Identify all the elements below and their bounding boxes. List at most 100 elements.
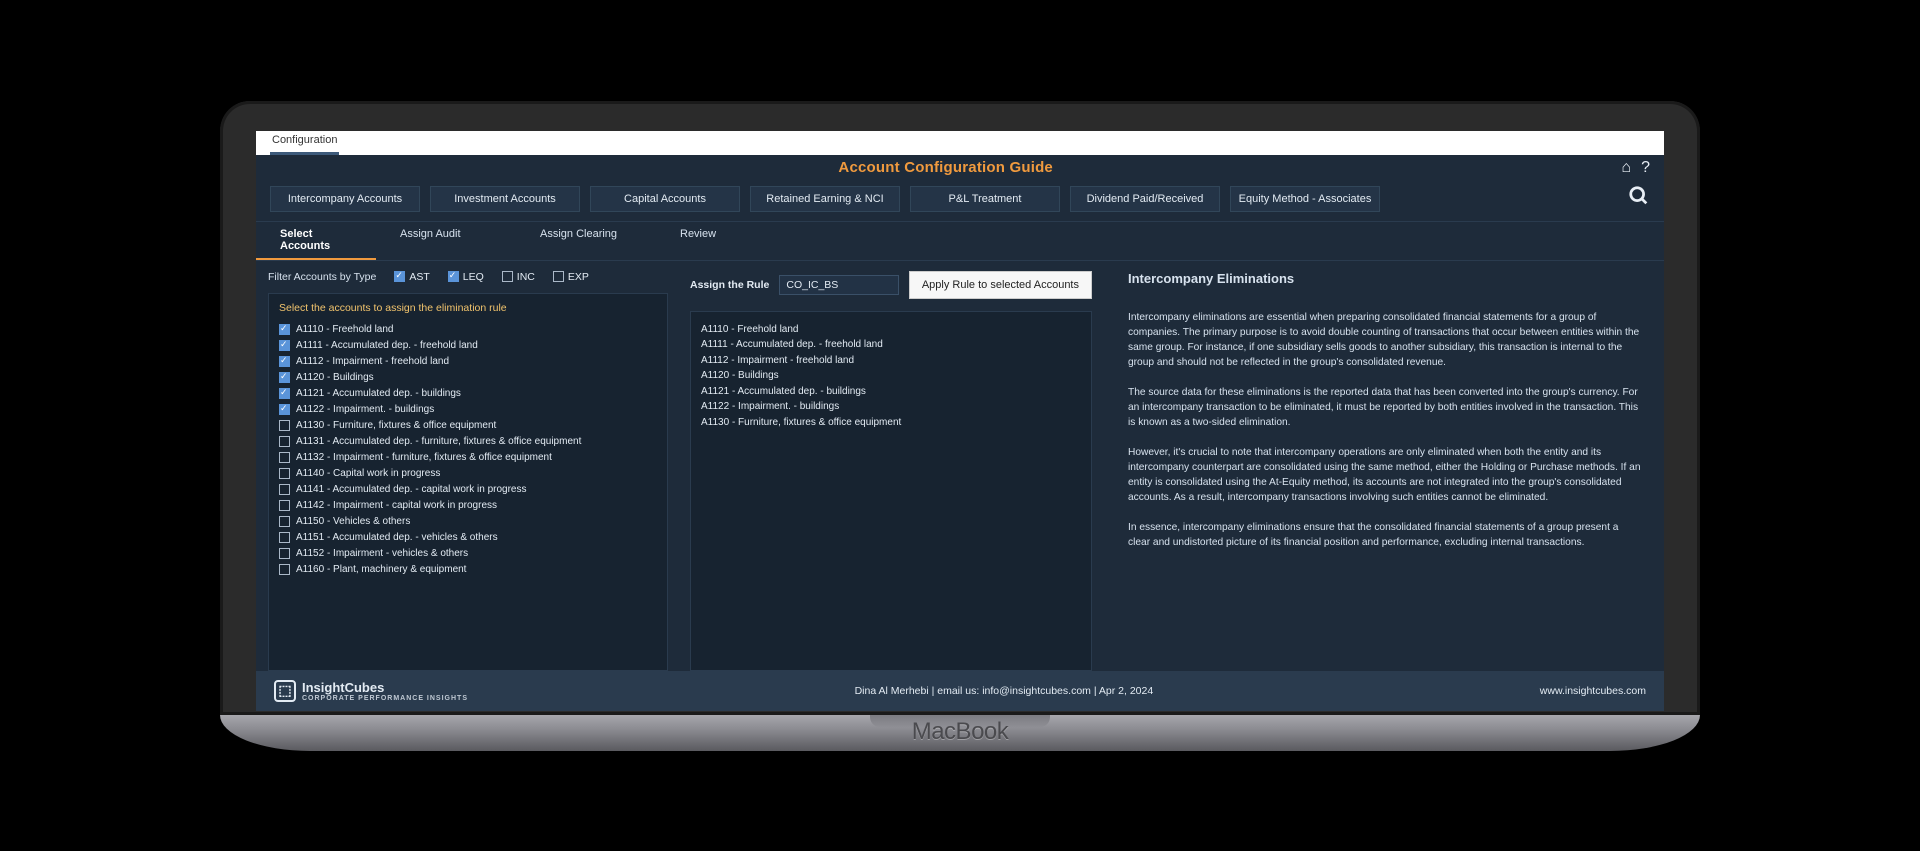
account-label: A1120 - Buildings	[296, 372, 374, 383]
account-label: A1160 - Plant, machinery & equipment	[296, 564, 466, 575]
filter-type-leq[interactable]: LEQ	[448, 271, 484, 283]
account-row[interactable]: A1142 - Impairment - capital work in pro…	[279, 498, 657, 514]
main-tab-row: Intercompany Accounts Investment Accounts…	[256, 177, 1664, 221]
account-row[interactable]: A1140 - Capital work in progress	[279, 466, 657, 482]
selected-account-line: A1112 - Impairment - freehold land	[701, 353, 1081, 369]
search-icon[interactable]	[1628, 185, 1650, 213]
account-row[interactable]: A1160 - Plant, machinery & equipment	[279, 562, 657, 578]
account-row[interactable]: A1150 - Vehicles & others	[279, 514, 657, 530]
main-tab-3[interactable]: Retained Earning & NCI	[750, 186, 900, 212]
main-tab-2[interactable]: Capital Accounts	[590, 186, 740, 212]
selected-account-line: A1121 - Accumulated dep. - buildings	[701, 384, 1081, 400]
selected-account-line: A1122 - Impairment. - buildings	[701, 399, 1081, 415]
checkbox-icon[interactable]	[279, 516, 290, 527]
footer-mid-text: Dina Al Merhebi | email us: info@insight…	[468, 685, 1540, 697]
account-row[interactable]: A1152 - Impairment - vehicles & others	[279, 546, 657, 562]
home-icon[interactable]: ⌂	[1621, 159, 1631, 177]
topbar-tab-configuration[interactable]: Configuration	[270, 131, 339, 155]
screen-bezel: Configuration Account Configuration Guid…	[220, 101, 1700, 715]
account-label: A1112 - Impairment - freehold land	[296, 356, 449, 367]
account-row[interactable]: A1110 - Freehold land	[279, 322, 657, 338]
checkbox-icon[interactable]	[279, 532, 290, 543]
account-label: A1111 - Accumulated dep. - freehold land	[296, 340, 478, 351]
filter-type-inc[interactable]: INC	[502, 271, 535, 283]
accounts-panel-header: Select the accounts to assign the elimin…	[269, 294, 667, 322]
account-row[interactable]: A1132 - Impairment - furniture, fixtures…	[279, 450, 657, 466]
account-label: A1110 - Freehold land	[296, 324, 393, 335]
account-label: A1141 - Accumulated dep. - capital work …	[296, 484, 527, 495]
main-tab-4[interactable]: P&L Treatment	[910, 186, 1060, 212]
account-row[interactable]: A1111 - Accumulated dep. - freehold land	[279, 338, 657, 354]
account-label: A1152 - Impairment - vehicles & others	[296, 548, 468, 559]
sub-tab-assign-clearing[interactable]: Assign Clearing	[516, 222, 656, 260]
footer: ⬚ InsightCubes CORPORATE PERFORMANCE INS…	[256, 671, 1664, 711]
main-tab-0[interactable]: Intercompany Accounts	[270, 186, 420, 212]
selected-accounts-panel: A1110 - Freehold landA1111 - Accumulated…	[690, 311, 1092, 671]
sub-tab-review[interactable]: Review	[656, 222, 796, 260]
assign-rule-row: Assign the Rule Apply Rule to selected A…	[690, 271, 1092, 299]
info-title: Intercompany Eliminations	[1128, 271, 1642, 286]
account-row[interactable]: A1131 - Accumulated dep. - furniture, fi…	[279, 434, 657, 450]
accounts-list[interactable]: A1110 - Freehold land A1111 - Accumulated…	[269, 322, 667, 671]
account-label: A1151 - Accumulated dep. - vehicles & ot…	[296, 532, 498, 543]
laptop-mockup: Configuration Account Configuration Guid…	[220, 101, 1700, 751]
info-column: Intercompany Eliminations Intercompany e…	[1106, 261, 1664, 681]
account-row[interactable]: A1141 - Accumulated dep. - capital work …	[279, 482, 657, 498]
info-paragraph: In essence, intercompany eliminations en…	[1128, 520, 1642, 551]
checkbox-icon[interactable]	[279, 500, 290, 511]
footer-url: www.insightcubes.com	[1540, 685, 1646, 697]
account-label: A1122 - Impairment. - buildings	[296, 404, 434, 415]
title-bar: Account Configuration Guide ⌂ ?	[256, 155, 1664, 177]
checkbox-icon[interactable]	[279, 420, 290, 431]
laptop-base: MacBook	[220, 715, 1700, 751]
brand-tagline: CORPORATE PERFORMANCE INSIGHTS	[302, 695, 468, 702]
main-tab-6[interactable]: Equity Method - Associates	[1230, 186, 1380, 212]
main-tab-5[interactable]: Dividend Paid/Received	[1070, 186, 1220, 212]
assign-rule-label: Assign the Rule	[690, 279, 769, 291]
info-paragraph: Intercompany eliminations are essential …	[1128, 310, 1642, 371]
selected-account-line: A1110 - Freehold land	[701, 322, 1081, 338]
checkbox-icon[interactable]	[279, 436, 290, 447]
middle-column: Assign the Rule Apply Rule to selected A…	[676, 261, 1106, 681]
apply-rule-button[interactable]: Apply Rule to selected Accounts	[909, 271, 1092, 299]
checkbox-icon[interactable]	[279, 548, 290, 559]
checkbox-icon[interactable]	[279, 404, 290, 415]
footer-logo: ⬚ InsightCubes CORPORATE PERFORMANCE INS…	[274, 680, 468, 702]
sub-tab-row: Select AccountsAssign AuditAssign Cleari…	[256, 221, 1664, 261]
checkbox-icon[interactable]	[279, 372, 290, 383]
selected-account-line: A1111 - Accumulated dep. - freehold land	[701, 337, 1081, 353]
sub-tab-select-accounts[interactable]: Select Accounts	[256, 222, 376, 260]
filter-type-exp[interactable]: EXP	[553, 271, 589, 283]
account-row[interactable]: A1121 - Accumulated dep. - buildings	[279, 386, 657, 402]
account-row[interactable]: A1122 - Impairment. - buildings	[279, 402, 657, 418]
left-column: Filter Accounts by Type AST LEQ INC EXP …	[256, 261, 676, 681]
selected-account-line: A1130 - Furniture, fixtures & office equ…	[701, 415, 1081, 431]
account-row[interactable]: A1112 - Impairment - freehold land	[279, 354, 657, 370]
account-row[interactable]: A1130 - Furniture, fixtures & office equ…	[279, 418, 657, 434]
sub-tab-assign-audit[interactable]: Assign Audit	[376, 222, 516, 260]
brand-name: InsightCubes	[302, 680, 384, 695]
account-row[interactable]: A1120 - Buildings	[279, 370, 657, 386]
checkbox-icon[interactable]	[279, 324, 290, 335]
account-row[interactable]: A1151 - Accumulated dep. - vehicles & ot…	[279, 530, 657, 546]
account-label: A1142 - Impairment - capital work in pro…	[296, 500, 497, 511]
rule-input[interactable]	[779, 275, 898, 295]
checkbox-icon[interactable]	[279, 340, 290, 351]
info-paragraph: However, it's crucial to note that inter…	[1128, 445, 1642, 506]
help-icon[interactable]: ?	[1641, 159, 1650, 177]
checkbox-icon[interactable]	[279, 452, 290, 463]
checkbox-icon[interactable]	[279, 564, 290, 575]
checkbox-icon[interactable]	[279, 484, 290, 495]
account-label: A1150 - Vehicles & others	[296, 516, 410, 527]
checkbox-icon[interactable]	[279, 468, 290, 479]
checkbox-icon[interactable]	[279, 388, 290, 399]
filter-type-ast[interactable]: AST	[394, 271, 429, 283]
account-label: A1132 - Impairment - furniture, fixtures…	[296, 452, 552, 463]
accounts-panel: Select the accounts to assign the elimin…	[268, 293, 668, 671]
filter-row: Filter Accounts by Type AST LEQ INC EXP	[268, 271, 668, 283]
top-app-bar: Configuration	[256, 131, 1664, 155]
checkbox-icon[interactable]	[279, 356, 290, 367]
workspace: Filter Accounts by Type AST LEQ INC EXP …	[256, 261, 1664, 681]
main-tab-1[interactable]: Investment Accounts	[430, 186, 580, 212]
macbook-label: MacBook	[912, 718, 1009, 746]
